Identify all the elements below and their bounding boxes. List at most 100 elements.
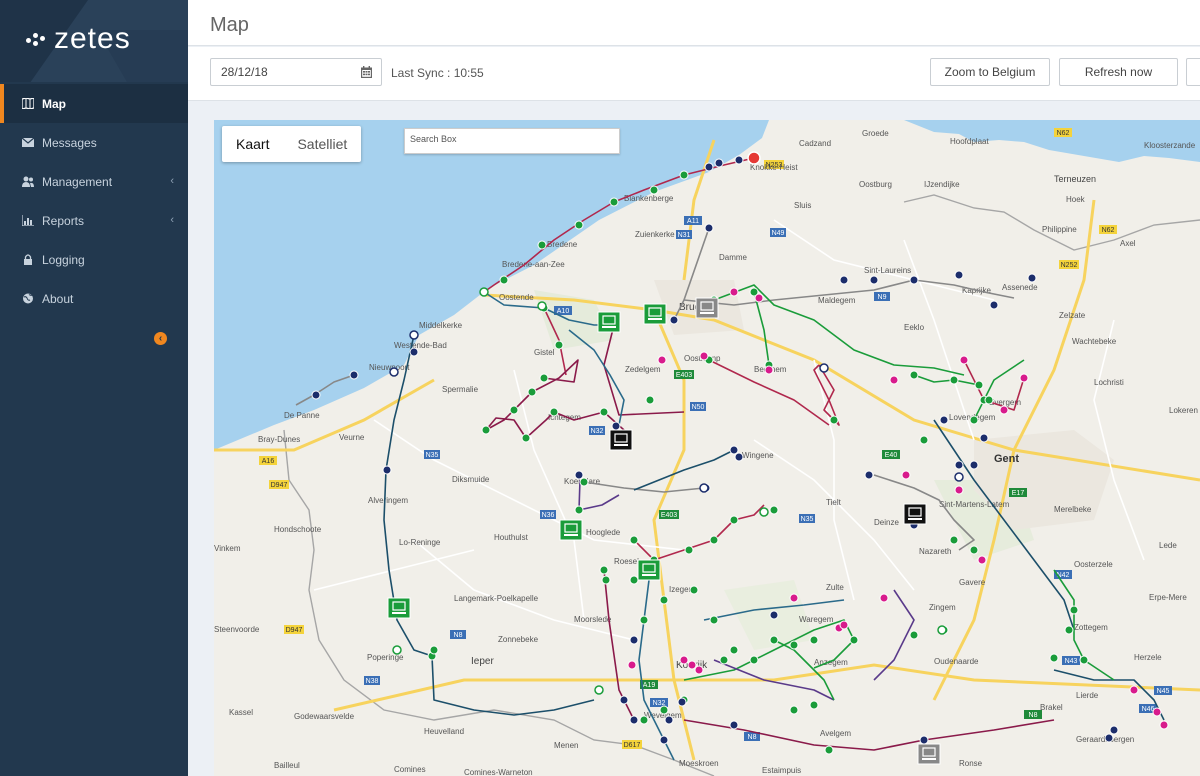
map-label: Bailleul [274, 761, 300, 770]
map-label: Menen [554, 741, 578, 750]
map-label: Lede [1159, 541, 1177, 550]
sidebar-item-label: Map [42, 96, 66, 111]
map-label: Gistel [534, 348, 555, 357]
map-label: Wachtebeke [1072, 337, 1117, 346]
sidebar-item-logging[interactable]: Logging [0, 240, 188, 279]
depot-truck-icon[interactable] [559, 519, 583, 541]
map-label: Heuvelland [424, 727, 464, 736]
map-label: Comines [394, 765, 426, 774]
svg-text:N31: N31 [678, 232, 691, 239]
map-label: Zedelgem [625, 365, 661, 374]
svg-text:N38: N38 [366, 678, 379, 685]
depot-truck-icon[interactable] [903, 503, 927, 525]
svg-text:D617: D617 [624, 742, 641, 749]
map-label: Terneuzen [1054, 174, 1096, 184]
sidebar-item-about[interactable]: About [0, 279, 188, 318]
svg-text:N50: N50 [692, 404, 705, 411]
map-canvas[interactable]: A11 N31 N49 N253 N62 N252 N62 N9 A10 E40… [214, 120, 1200, 776]
map-label: Lochristi [1094, 378, 1124, 387]
svg-text:N8: N8 [454, 632, 463, 639]
depot-truck-icon[interactable] [643, 303, 667, 325]
depot-truck-icon[interactable] [695, 297, 719, 319]
map-label: Oostende [499, 293, 534, 302]
chevron-left-icon: ‹ [170, 214, 174, 226]
globe-icon [23, 293, 33, 304]
map-label: Oudenaarde [934, 657, 979, 666]
svg-text:E17: E17 [1012, 490, 1025, 497]
origin-marker[interactable] [747, 151, 761, 165]
map-label: Hoek [1066, 195, 1086, 204]
map-label: Zingem [929, 603, 956, 612]
map-label: Moeskroen [679, 759, 719, 768]
map-label: Comines-Warneton [464, 768, 533, 776]
map-label: Zulte [826, 583, 844, 592]
map-label: De Panne [284, 411, 320, 420]
svg-text:A16: A16 [262, 458, 275, 465]
calendar-icon[interactable] [361, 66, 372, 78]
map-label: Estaimpuis [762, 766, 801, 775]
map-label: Sint-Martens-Latem [939, 500, 1010, 509]
map-search-input[interactable] [410, 134, 610, 144]
more-button[interactable] [1186, 58, 1200, 86]
zetes-logo[interactable]: zetes [26, 22, 131, 56]
map-label: Zottegem [1074, 623, 1108, 632]
map-label: Maldegem [818, 296, 856, 305]
svg-text:N252: N252 [1061, 262, 1078, 269]
svg-text:A19: A19 [643, 682, 656, 689]
date-input[interactable] [221, 65, 351, 79]
map-label: IJzendijke [924, 180, 960, 189]
arrow-left-circle-icon[interactable]: ‹ [154, 332, 167, 345]
zoom-to-belgium-button[interactable]: Zoom to Belgium [930, 58, 1050, 86]
map-label: Deinze [874, 518, 899, 527]
map-label: Groede [862, 129, 889, 138]
map-label: Lierde [1076, 691, 1099, 700]
svg-text:E40: E40 [885, 452, 898, 459]
svg-text:N49: N49 [772, 230, 785, 237]
depot-truck-icon[interactable] [597, 311, 621, 333]
map-label: Zuienkerke [635, 230, 675, 239]
map-label: Kloosterzande [1144, 141, 1196, 150]
map-label: Tielt [826, 498, 842, 507]
bar-chart-icon [22, 215, 34, 226]
svg-text:N35: N35 [426, 452, 439, 459]
depot-truck-icon[interactable] [609, 429, 633, 451]
sidebar-item-messages[interactable]: Messages [0, 123, 188, 162]
page-header: Map [188, 0, 1200, 46]
date-picker[interactable] [210, 58, 382, 86]
map-search-box[interactable] [404, 128, 620, 154]
svg-text:A10: A10 [557, 308, 570, 315]
map-label: Cadzand [799, 139, 831, 148]
sidebar: zetes Map Messages Management ‹ Reports … [0, 0, 188, 776]
map-type-kaart-button[interactable]: Kaart [222, 126, 283, 162]
depot-truck-icon[interactable] [917, 743, 941, 765]
map-label: Gent [994, 453, 1019, 465]
map-label: Eeklo [904, 323, 925, 332]
map-label: Ieper [471, 656, 494, 667]
map-label: Sluis [794, 201, 811, 210]
svg-text:N9: N9 [878, 294, 887, 301]
map-label: Hooglede [586, 528, 621, 537]
sidebar-nav: Map Messages Management ‹ Reports ‹ Logg… [0, 84, 188, 318]
svg-text:N45: N45 [1157, 688, 1170, 695]
sidebar-item-management[interactable]: Management ‹ [0, 162, 188, 201]
map-label: Herzele [1134, 653, 1162, 662]
refresh-now-button[interactable]: Refresh now [1059, 58, 1178, 86]
logo-area: zetes [0, 0, 188, 82]
depot-truck-icon[interactable] [387, 597, 411, 619]
sidebar-item-label: Logging [42, 252, 85, 267]
map-type-satelliet-button[interactable]: Satelliet [283, 126, 361, 162]
sidebar-item-label: Reports [42, 213, 85, 228]
svg-text:N43: N43 [1065, 658, 1078, 665]
map-label: Middelkerke [419, 321, 463, 330]
map-label: Bredene-aan-Zee [502, 260, 565, 269]
map-label: Kassel [229, 708, 253, 717]
map-icon [22, 98, 34, 109]
sidebar-item-reports[interactable]: Reports ‹ [0, 201, 188, 240]
map-label: Avelgem [820, 729, 851, 738]
sidebar-item-map[interactable]: Map [0, 84, 188, 123]
map-label: Spermalie [442, 385, 479, 394]
depot-truck-icon[interactable] [637, 559, 661, 581]
map-view[interactable]: A11 N31 N49 N253 N62 N252 N62 N9 A10 E40… [214, 120, 1200, 776]
map-label: Oostburg [859, 180, 892, 189]
svg-text:N8: N8 [1029, 712, 1038, 719]
